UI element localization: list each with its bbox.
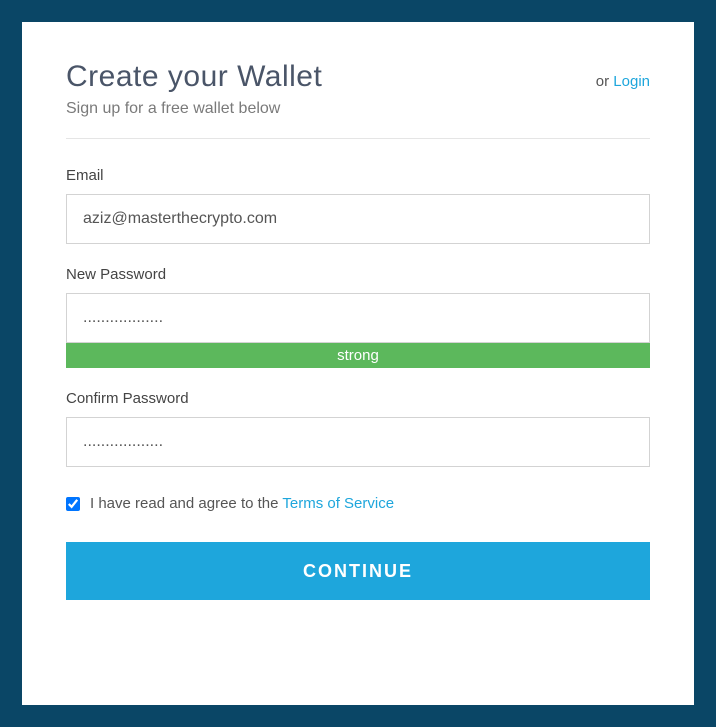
email-input[interactable] <box>66 194 650 244</box>
terms-checkbox[interactable] <box>66 497 80 511</box>
terms-row: I have read and agree to the Terms of Se… <box>66 495 650 512</box>
confirm-password-field-group: Confirm Password <box>66 390 650 467</box>
terms-link[interactable]: Terms of Service <box>282 495 394 512</box>
new-password-label: New Password <box>66 266 650 283</box>
email-label: Email <box>66 167 650 184</box>
confirm-password-input[interactable] <box>66 417 650 467</box>
new-password-field-group: New Password strong <box>66 266 650 368</box>
new-password-input[interactable] <box>66 293 650 343</box>
confirm-password-label: Confirm Password <box>66 390 650 407</box>
terms-text: I have read and agree to the Terms of Se… <box>90 495 394 512</box>
terms-prefix: I have read and agree to the <box>90 495 282 512</box>
email-field-group: Email <box>66 167 650 244</box>
password-strength-bar: strong <box>66 343 650 368</box>
or-text: or <box>596 73 614 90</box>
header: Create your Wallet or Login <box>66 60 650 94</box>
signup-card: Create your Wallet or Login Sign up for … <box>22 22 694 705</box>
subtitle: Sign up for a free wallet below <box>66 100 650 118</box>
divider <box>66 138 650 139</box>
page-title: Create your Wallet <box>66 60 322 94</box>
login-switch: or Login <box>596 73 650 90</box>
login-link[interactable]: Login <box>613 73 650 90</box>
continue-button[interactable]: CONTINUE <box>66 542 650 600</box>
